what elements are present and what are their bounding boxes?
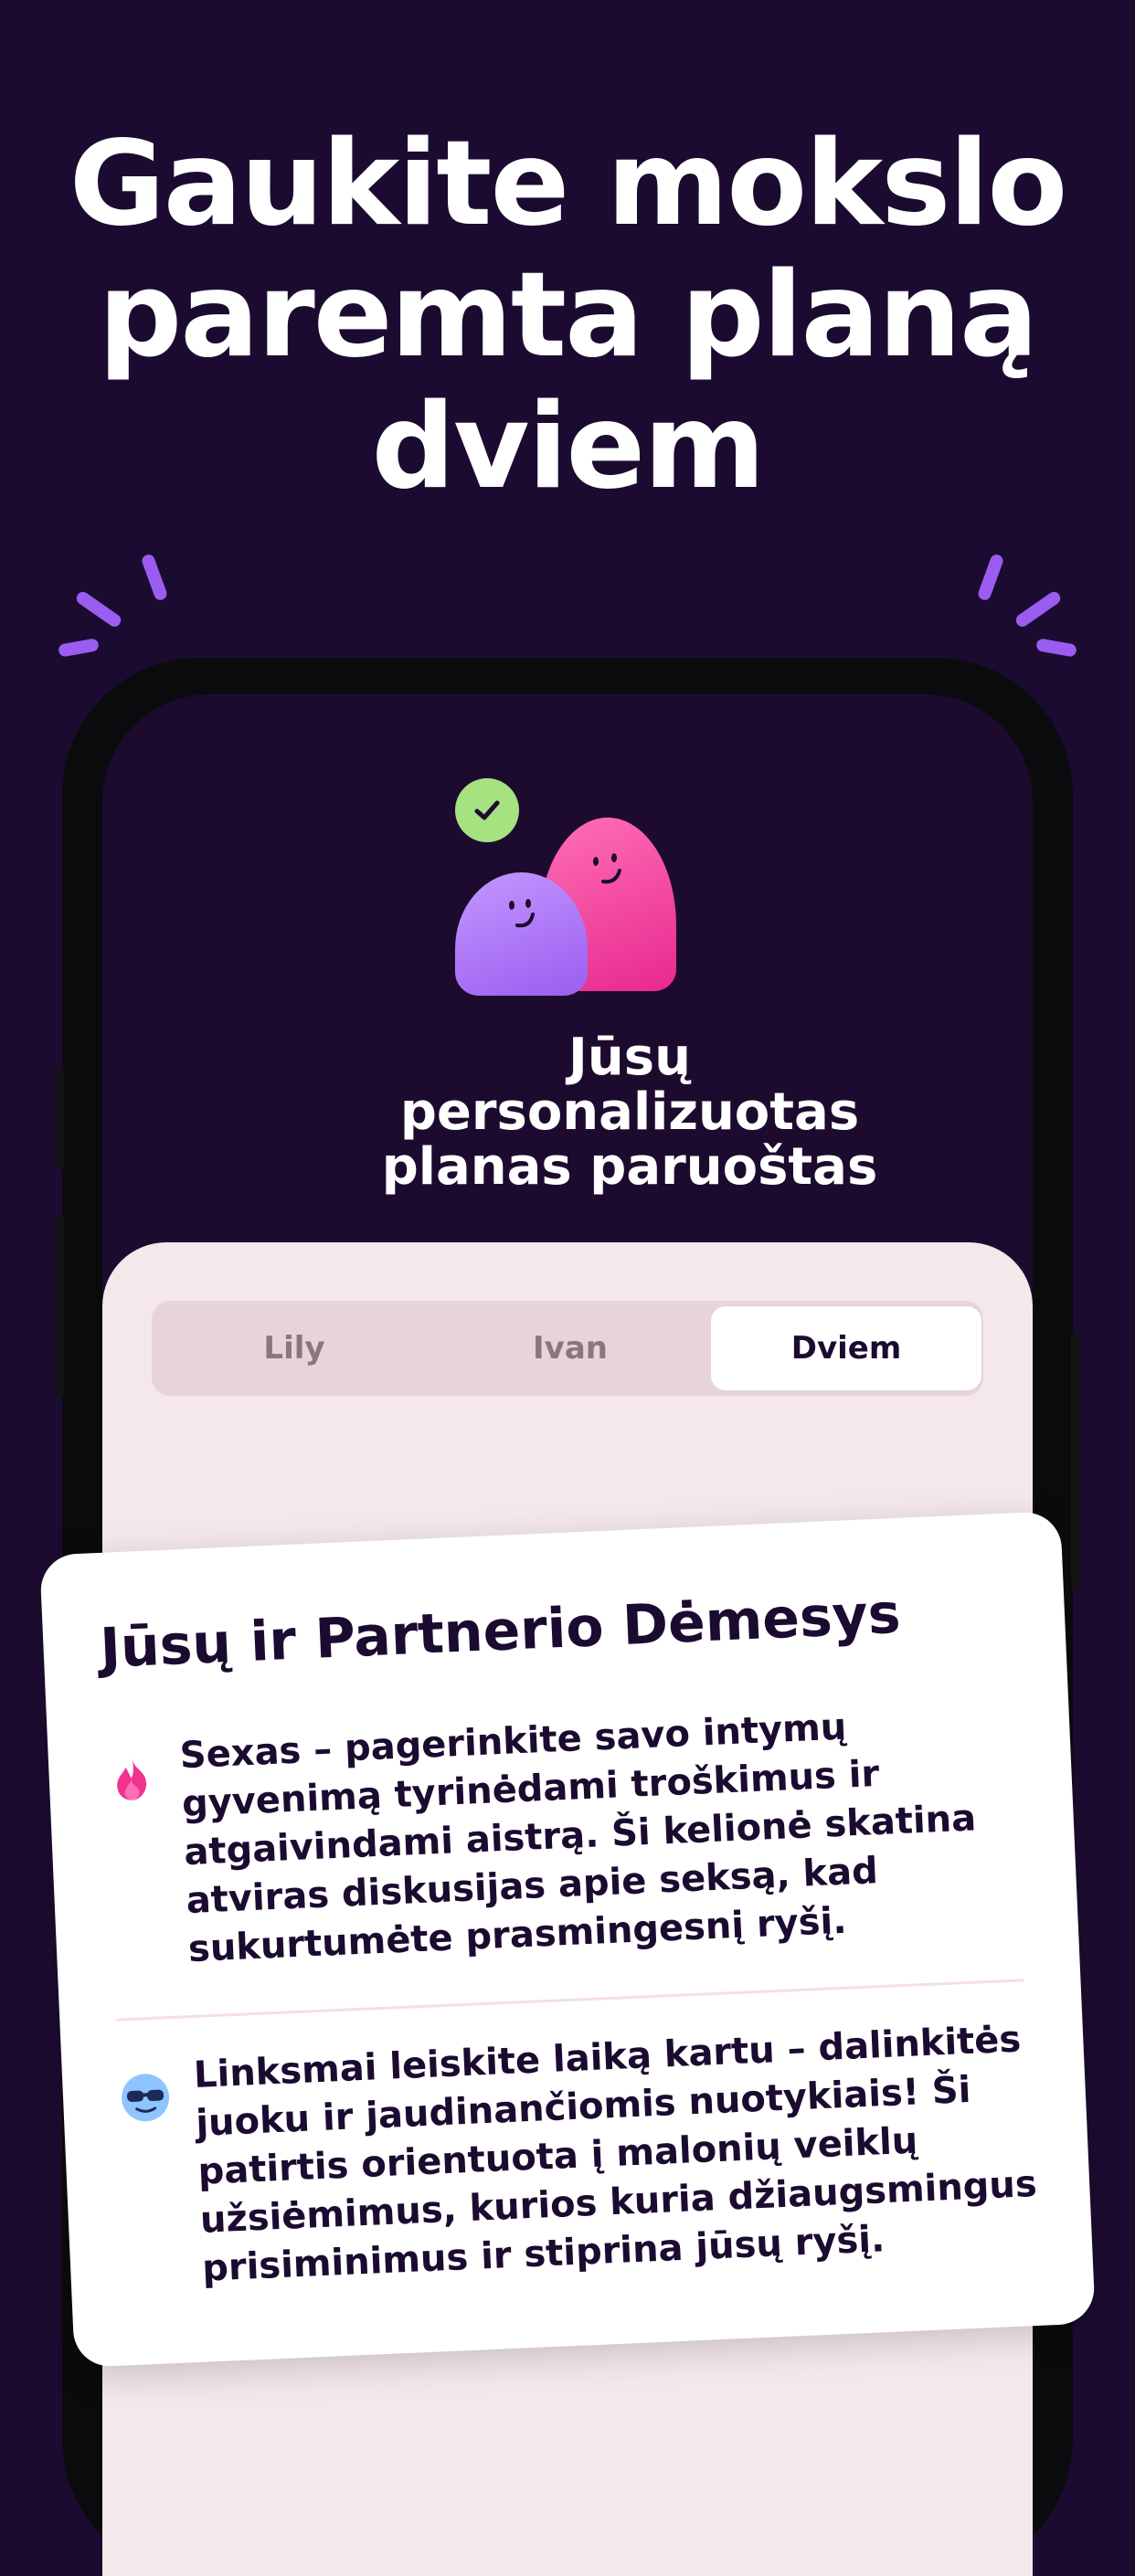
list-item: Linksmai leiskite laiką kartu – dalinkit… (118, 2014, 1056, 2296)
plan-title-line-2: personalizuotas (399, 1082, 860, 1142)
list-item: Sexas – pagerinkite savo intymų gyvenimą… (104, 1695, 1043, 1978)
sunglasses-face-icon (119, 2071, 172, 2124)
tab-dviem[interactable]: Dviem (711, 1306, 981, 1390)
segmented-control: Lily Ivan Dviem (152, 1301, 983, 1396)
headline-line-3: dviem (371, 379, 765, 515)
card-title: Jūsų ir Partnerio Dėmesys (99, 1581, 902, 1681)
headline-line-1: Gaukite mokslo (69, 116, 1068, 252)
phone-volume-button (55, 1215, 64, 1398)
phone-side-button (55, 1069, 64, 1169)
tab-ivan[interactable]: Ivan (435, 1306, 705, 1390)
tab-lily[interactable]: Lily (159, 1306, 430, 1390)
plan-title-line-3: planas paruoštas (381, 1137, 878, 1197)
focus-card: Jūsų ir Partnerio Dėmesys Sexas – pageri… (39, 1511, 1096, 2368)
headline-line-2: paremta planą (98, 248, 1039, 384)
plan-title: Jūsų personalizuotas planas paruoštas (102, 1030, 1033, 1195)
check-icon (455, 778, 519, 842)
divider (116, 1979, 1024, 2022)
flame-icon (105, 1751, 158, 1804)
phone-power-button (1071, 1334, 1080, 1589)
plan-title-line-1: Jūsų (568, 1028, 691, 1087)
headline: Gaukite mokslo paremta planą dviem (0, 119, 1135, 513)
